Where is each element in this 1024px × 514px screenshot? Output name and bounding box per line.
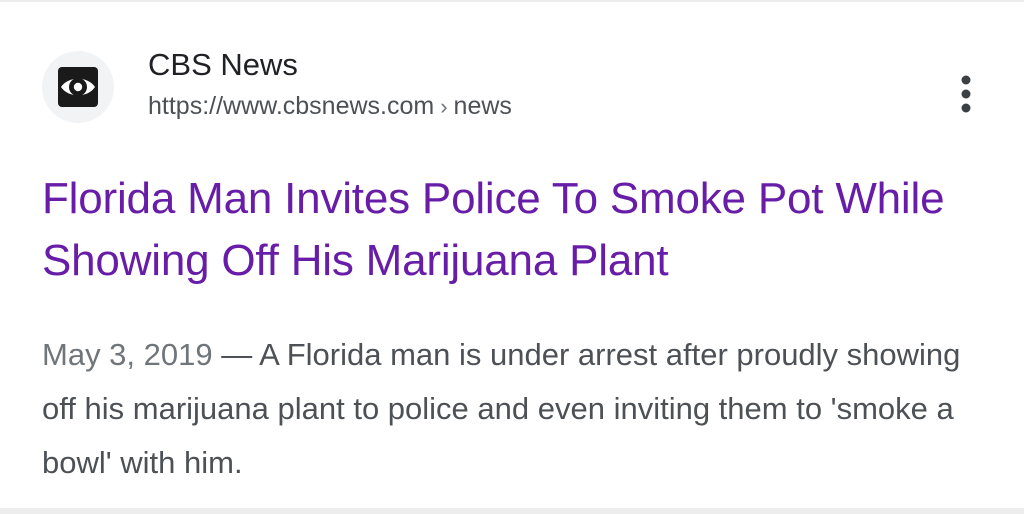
result-title-link[interactable]: Florida Man Invites Police To Smoke Pot …	[42, 168, 992, 292]
url-path: news	[453, 92, 512, 120]
result-date: May 3, 2019	[42, 337, 213, 372]
site-info: CBS News https://www.cbsnews.com › news	[148, 47, 512, 123]
more-vert-icon	[961, 75, 971, 113]
search-result-card: CBS News https://www.cbsnews.com › news Fl…	[0, 0, 1024, 514]
result-snippet: May 3, 2019 — A Florida man is under arr…	[42, 328, 992, 490]
breadcrumb-separator: ›	[440, 94, 448, 119]
site-favicon[interactable]	[42, 50, 114, 123]
site-name[interactable]: CBS News	[148, 46, 512, 84]
cbs-eye-logo-icon	[58, 66, 98, 107]
site-url[interactable]: https://www.cbsnews.com › news	[148, 90, 512, 123]
url-domain: https://www.cbsnews.com	[148, 92, 435, 120]
more-options-button[interactable]	[944, 72, 988, 116]
top-divider	[0, 0, 1024, 2]
date-dash: —	[212, 337, 260, 372]
bottom-divider	[0, 508, 1024, 514]
site-header[interactable]: CBS News https://www.cbsnews.com › news	[42, 47, 512, 123]
